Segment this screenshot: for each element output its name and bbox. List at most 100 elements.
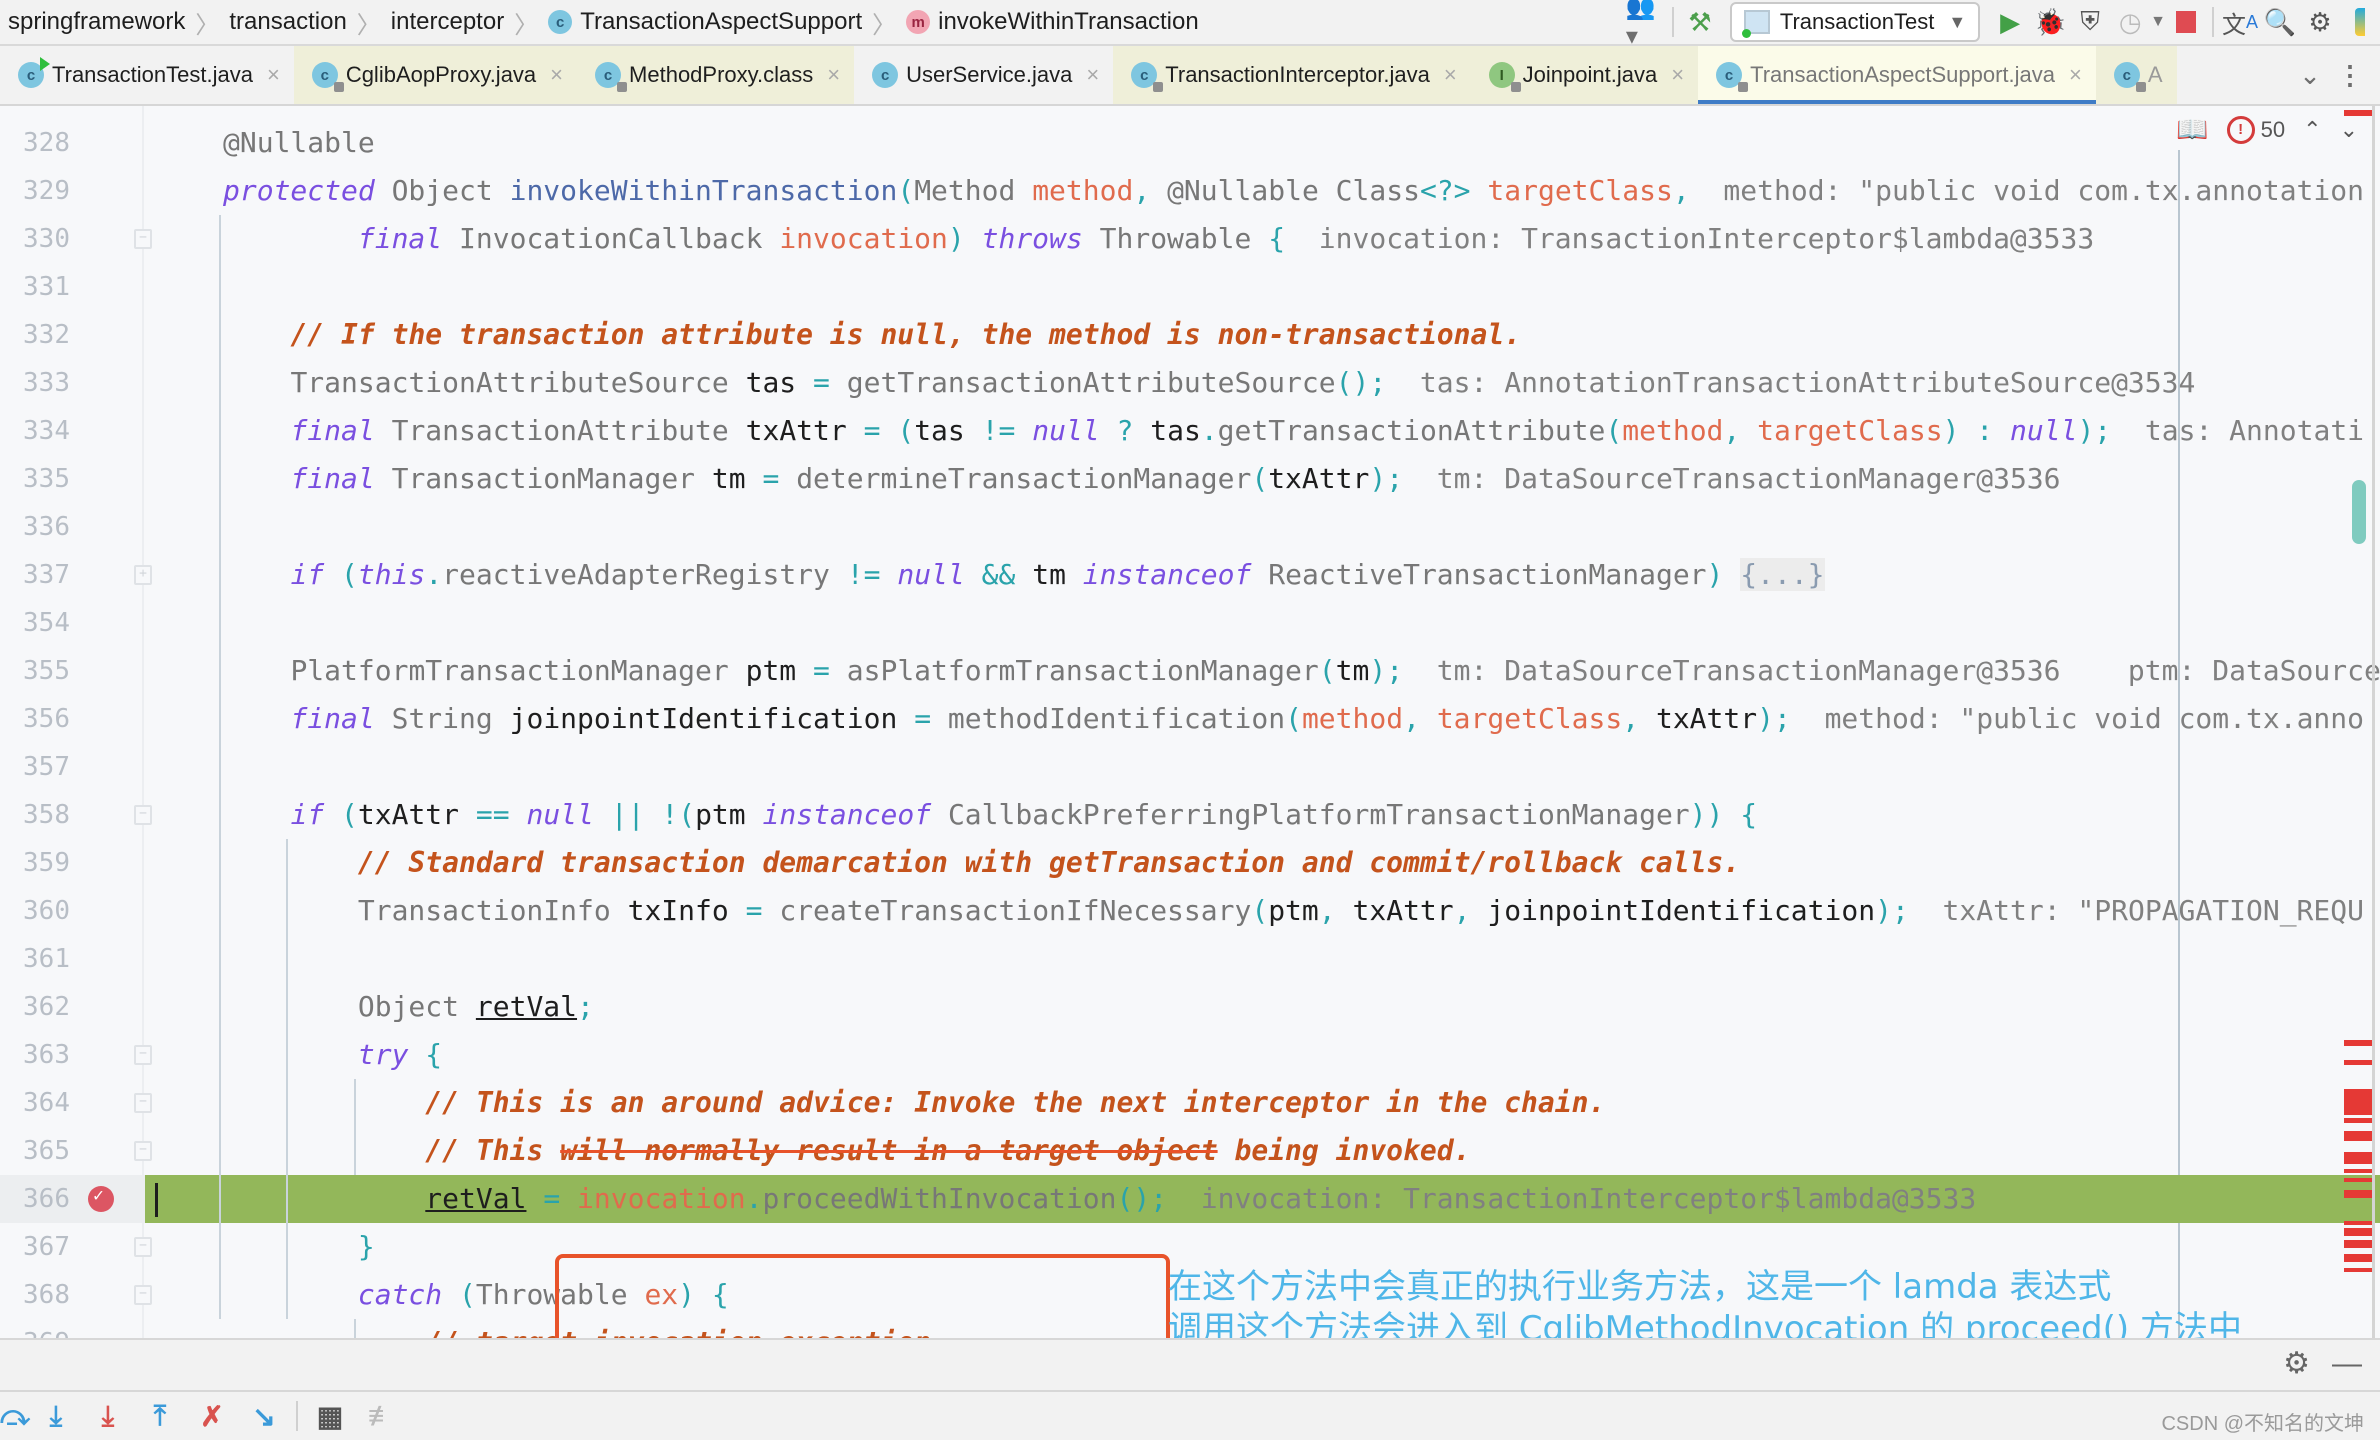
code-text[interactable]: retVal = invocation.proceedWithInvocatio… xyxy=(223,1175,1976,1223)
close-icon[interactable]: × xyxy=(1671,62,1684,88)
code-text[interactable]: // If the transaction attribute is null,… xyxy=(223,311,1521,359)
scrollbar-thumb[interactable] xyxy=(2352,480,2366,544)
code-line[interactable]: 358 − if (txAttr == null || !(ptm instanc… xyxy=(0,791,2380,839)
code-line[interactable]: 365 − // This will normally result in a t… xyxy=(0,1127,2380,1175)
gutter-cell[interactable]: 328 xyxy=(0,119,145,167)
stop-icon[interactable] xyxy=(2166,2,2206,42)
gutter-cell[interactable]: 363 − xyxy=(0,1031,152,1079)
fold-toggle-icon[interactable]: − xyxy=(134,1141,152,1161)
close-icon[interactable]: × xyxy=(550,62,563,88)
code-line[interactable]: 328 @Nullable xyxy=(0,119,2380,167)
profile-dropdown-icon[interactable]: ▼ xyxy=(2150,13,2166,31)
code-text[interactable]: final InvocationCallback invocation) thr… xyxy=(223,215,2094,263)
gutter-cell[interactable]: 337 + xyxy=(0,551,152,599)
coverage-icon[interactable]: ⛨ xyxy=(2070,2,2110,42)
gutter-cell[interactable]: 356 xyxy=(0,695,145,743)
fold-toggle-icon[interactable]: − xyxy=(134,229,152,249)
breadcrumb-item-method[interactable]: m invokeWithinTransaction xyxy=(906,8,1199,36)
force-step-into-icon[interactable]: ⤓ xyxy=(82,1394,134,1438)
code-text[interactable]: final TransactionManager tm = determineT… xyxy=(223,455,2060,503)
code-text[interactable]: // Standard transaction demarcation with… xyxy=(223,839,1740,887)
gutter-cell[interactable]: 336 xyxy=(0,503,145,551)
trace-icon[interactable]: ≢ xyxy=(356,1394,408,1438)
code-line[interactable]: 355 PlatformTransactionManager ptm = asP… xyxy=(0,647,2380,695)
debug-icon[interactable]: 🐞 xyxy=(2030,2,2070,42)
gutter-cell[interactable]: 362 xyxy=(0,983,145,1031)
code-line[interactable]: 361 xyxy=(0,935,2380,983)
tab-transactionaspectsupport[interactable]: c TransactionAspectSupport.java × xyxy=(1698,46,2096,104)
gutter-cell[interactable]: 369 xyxy=(0,1319,145,1338)
close-icon[interactable]: × xyxy=(1444,62,1457,88)
tab-transactiontest[interactable]: c TransactionTest.java × xyxy=(0,46,294,104)
run-configuration-select[interactable]: TransactionTest ▼ xyxy=(1729,2,1981,42)
code-text[interactable]: TransactionAttributeSource tas = getTran… xyxy=(223,359,2195,407)
error-stripe-marker[interactable] xyxy=(2344,1228,2372,1236)
more-vertical-icon[interactable]: ⋮ xyxy=(2330,55,2370,95)
gutter-cell[interactable]: 355 xyxy=(0,647,145,695)
gutter-cell[interactable]: 366 xyxy=(0,1172,145,1223)
tab-userservice[interactable]: c UserService.java × xyxy=(854,46,1113,104)
drop-frame-icon[interactable]: ✗ xyxy=(186,1394,238,1438)
code-line[interactable]: 331 xyxy=(0,263,2380,311)
breadcrumb-item-transaction[interactable]: transaction xyxy=(229,8,346,36)
breadcrumb-item-interceptor[interactable]: interceptor xyxy=(391,8,504,36)
code-line[interactable]: 360 TransactionInfo txInfo = createTrans… xyxy=(0,887,2380,935)
gutter-cell[interactable]: 330 − xyxy=(0,215,152,263)
code-line[interactable]: 329 protected Object invokeWithinTransact… xyxy=(0,167,2380,215)
fold-toggle-icon[interactable]: − xyxy=(134,1285,152,1305)
close-icon[interactable]: × xyxy=(2069,62,2082,88)
step-over-icon[interactable]: ⤼ xyxy=(0,1394,30,1438)
gutter-cell[interactable]: 361 xyxy=(0,935,145,983)
code-line[interactable]: 332 // If the transaction attribute is n… xyxy=(0,311,2380,359)
scrollbar-track[interactable] xyxy=(2372,106,2375,1338)
code-line[interactable]: 336 xyxy=(0,503,2380,551)
search-icon[interactable]: 🔍 xyxy=(2260,2,2300,42)
code-text[interactable]: } xyxy=(223,1223,375,1271)
run-to-cursor-icon[interactable]: ↘ xyxy=(238,1394,290,1438)
code-line[interactable]: 335 final TransactionManager tm = determ… xyxy=(0,455,2380,503)
code-line[interactable]: 354 xyxy=(0,599,2380,647)
close-icon[interactable]: × xyxy=(1086,62,1099,88)
fold-toggle-icon[interactable]: − xyxy=(134,1093,152,1113)
fold-toggle-icon[interactable]: − xyxy=(134,1237,152,1257)
code-text[interactable]: protected Object invokeWithinTransaction… xyxy=(223,167,2364,215)
gutter-cell[interactable]: 332 xyxy=(0,311,145,359)
run-icon[interactable]: ▶ xyxy=(1990,2,2030,42)
code-line[interactable]: 363 − try { xyxy=(0,1031,2380,1079)
ide-logo-icon[interactable] xyxy=(2340,2,2380,42)
folded-code-placeholder[interactable]: {...} xyxy=(1740,558,1825,591)
breadcrumb-item-springframework[interactable]: springframework xyxy=(8,8,185,36)
error-stripe-marker[interactable] xyxy=(2344,1254,2372,1262)
gutter-cell[interactable]: 333 xyxy=(0,359,145,407)
code-text[interactable]: final TransactionAttribute txAttr = (tas… xyxy=(223,407,2364,455)
gutter-cell[interactable]: 354 xyxy=(0,599,145,647)
step-into-icon[interactable]: ⤓ xyxy=(30,1394,82,1438)
tab-methodproxy[interactable]: c MethodProxy.class × xyxy=(577,46,855,104)
error-stripe-marker[interactable] xyxy=(2344,110,2372,116)
current-execution-line[interactable]: 366 retVal = invocation.proceedWithInvoc… xyxy=(0,1172,2380,1223)
error-stripe-marker[interactable] xyxy=(2344,1190,2372,1198)
error-stripe-marker[interactable] xyxy=(2344,1131,2372,1141)
code-text[interactable]: // This will normally result in a target… xyxy=(223,1127,1470,1175)
step-out-icon[interactable]: ⤒ xyxy=(134,1394,186,1438)
error-stripe-marker[interactable] xyxy=(2344,1221,2372,1225)
code-line[interactable]: 337 + if (this.reactiveAdapterRegistry !=… xyxy=(0,551,2380,599)
gutter-cell[interactable]: 368 − xyxy=(0,1271,152,1319)
code-text[interactable]: if (this.reactiveAdapterRegistry != null… xyxy=(223,551,1825,599)
error-stripe-marker[interactable] xyxy=(2344,1240,2372,1248)
gutter-cell[interactable]: 331 xyxy=(0,263,145,311)
tab-transactioninterceptor[interactable]: c TransactionInterceptor.java × xyxy=(1113,46,1471,104)
close-icon[interactable]: × xyxy=(827,62,840,88)
gutter-cell[interactable]: 358 − xyxy=(0,791,152,839)
gutter-cell[interactable]: 365 − xyxy=(0,1127,152,1175)
fold-toggle-icon[interactable]: − xyxy=(134,1045,152,1065)
translate-icon[interactable]: 文A xyxy=(2220,2,2260,42)
close-icon[interactable]: × xyxy=(267,62,280,88)
chevron-down-icon[interactable]: ⌄ xyxy=(2290,55,2330,95)
error-stripe-marker[interactable] xyxy=(2344,1268,2372,1272)
gutter-cell[interactable]: 334 xyxy=(0,407,145,455)
code-line[interactable]: 364 − // This is an around advice: Invoke… xyxy=(0,1079,2380,1127)
code-line[interactable]: 357 xyxy=(0,743,2380,791)
gutter-cell[interactable]: 367 − xyxy=(0,1223,152,1271)
gutter-cell[interactable]: 329 xyxy=(0,167,145,215)
